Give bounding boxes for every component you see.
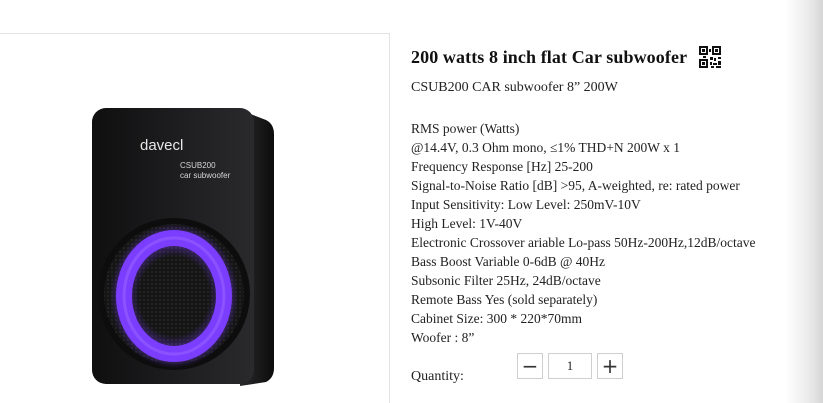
spec-item: Signal-to-Noise Ratio [dB] >95, A-weight…	[411, 178, 740, 193]
product-title: 200 watts 8 inch flat Car subwoofer	[411, 46, 688, 67]
quantity-input[interactable]	[548, 353, 592, 379]
product-image: davecl CSUB200 car subwoofer	[92, 108, 274, 386]
qr-code-icon[interactable]	[699, 46, 722, 68]
product-image-panel: davecl CSUB200 car subwoofer	[0, 33, 390, 403]
spec-item: Frequency Response [Hz] 25-200	[411, 159, 593, 174]
plus-icon: +	[601, 354, 619, 378]
product-type-text: car subwoofer	[180, 171, 231, 180]
product-brand-text: davecl	[140, 137, 183, 154]
spec-item: Subsonic Filter 25Hz, 24dB/octave	[411, 273, 601, 288]
spec-item: Woofer : 8”	[411, 330, 475, 345]
product-page: davecl CSUB200 car subwoofer 200 watts 8…	[0, 0, 823, 403]
title-row: 200 watts 8 inch flat Car subwoofer	[411, 46, 722, 68]
spec-item: Remote Bass Yes (sold separately)	[411, 292, 598, 307]
page-edge-shadow	[785, 0, 823, 403]
spec-list: RMS power (Watts) @14.4V, 0.3 Ohm mono, …	[411, 119, 756, 347]
product-model-text: CSUB200	[180, 161, 216, 170]
spec-item: @14.4V, 0.3 Ohm mono, ≤1% THD+N 200W x 1	[411, 140, 680, 155]
spec-item: RMS power (Watts)	[411, 121, 520, 136]
spec-item: High Level: 1V-40V	[411, 216, 523, 231]
spec-item: Bass Boost Variable 0-6dB @ 40Hz	[411, 254, 606, 269]
product-subtitle: CSUB200 CAR subwoofer 8” 200W	[411, 80, 618, 95]
minus-icon: −	[521, 354, 539, 378]
spec-item: Electronic Crossover ariable Lo-pass 50H…	[411, 235, 756, 250]
spec-item: Cabinet Size: 300 * 220*70mm	[411, 311, 582, 326]
increment-button[interactable]: +	[597, 353, 623, 379]
quantity-stepper: − +	[517, 353, 623, 379]
quantity-label: Quantity:	[411, 369, 464, 384]
decrement-button[interactable]: −	[517, 353, 543, 379]
spec-item: Input Sensitivity: Low Level: 250mV-10V	[411, 197, 641, 212]
